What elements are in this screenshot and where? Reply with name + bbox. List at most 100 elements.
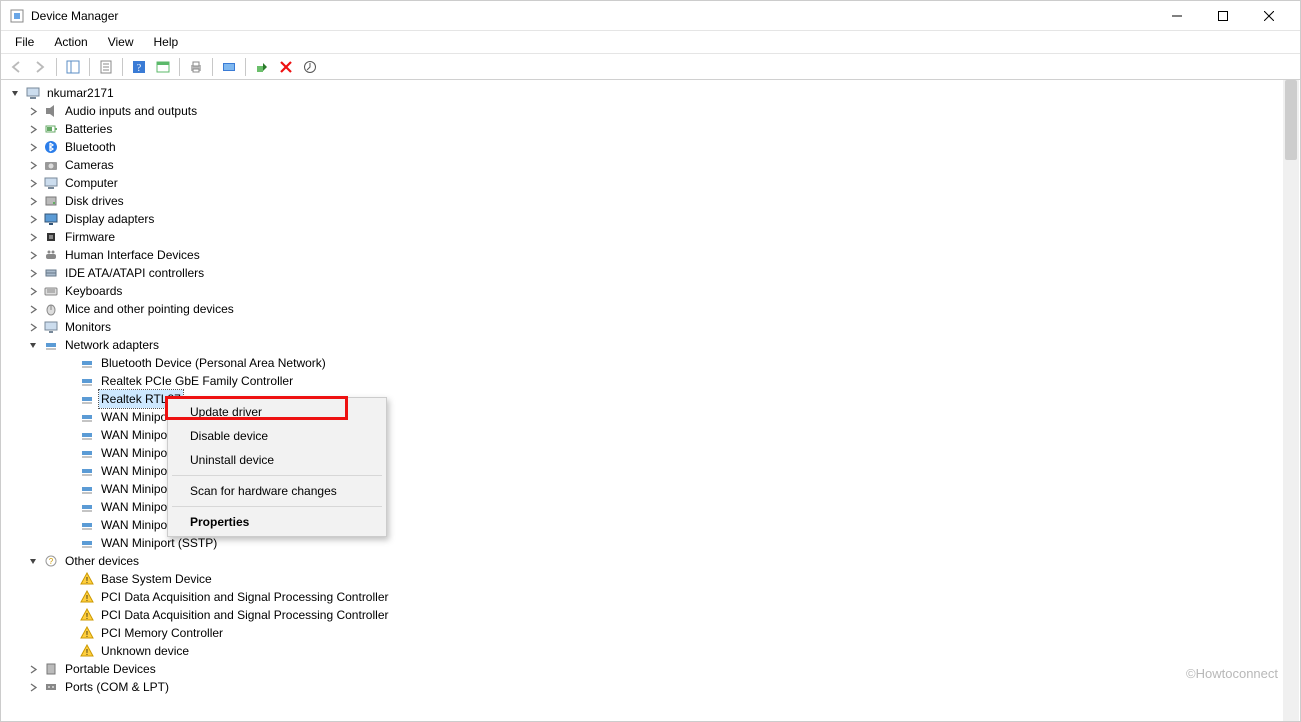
- action-button[interactable]: [152, 56, 174, 78]
- chevron-right-icon[interactable]: [27, 303, 39, 315]
- chevron-right-icon[interactable]: [27, 123, 39, 135]
- chevron-right-icon[interactable]: [27, 267, 39, 279]
- chevron-right-icon[interactable]: [27, 231, 39, 243]
- computer-icon: [25, 85, 41, 101]
- properties-button[interactable]: [95, 56, 117, 78]
- svg-text:?: ?: [137, 63, 142, 74]
- tree-node-label: Firmware: [63, 228, 117, 246]
- tree-node[interactable]: Disk drives: [9, 192, 1292, 210]
- device-category-icon: [43, 283, 59, 299]
- context-update-driver[interactable]: Update driver: [170, 400, 384, 424]
- tree-leaf[interactable]: !Unknown device: [9, 642, 1292, 660]
- tree-leaf[interactable]: !PCI Data Acquisition and Signal Process…: [9, 588, 1292, 606]
- tree-leaf[interactable]: !PCI Memory Controller: [9, 624, 1292, 642]
- chevron-down-icon[interactable]: [27, 339, 39, 351]
- tree-node[interactable]: Display adapters: [9, 210, 1292, 228]
- tree-node-label: Computer: [63, 174, 120, 192]
- menu-file[interactable]: File: [5, 33, 44, 51]
- svg-text:!: !: [86, 612, 88, 621]
- menu-action[interactable]: Action: [44, 33, 97, 51]
- client-area: nkumar2171 Audio inputs and outputsBatte…: [1, 80, 1300, 721]
- tree-node[interactable]: Computer: [9, 174, 1292, 192]
- tree-node-other-devices[interactable]: ? Other devices: [9, 552, 1292, 570]
- context-uninstall-device[interactable]: Uninstall device: [170, 448, 384, 472]
- tree-node-network-adapters[interactable]: Network adapters: [9, 336, 1292, 354]
- network-adapter-icon: [79, 445, 95, 461]
- tree-node[interactable]: Mice and other pointing devices: [9, 300, 1292, 318]
- tree-root[interactable]: nkumar2171: [9, 84, 1292, 102]
- tree-node-label: Monitors: [63, 318, 113, 336]
- device-category-icon: [43, 265, 59, 281]
- tree-node-label: Portable Devices: [63, 660, 158, 678]
- chevron-right-icon[interactable]: [27, 285, 39, 297]
- chevron-down-icon[interactable]: [9, 87, 21, 99]
- network-adapter-icon: [79, 535, 95, 551]
- menu-view[interactable]: View: [98, 33, 144, 51]
- chevron-down-icon[interactable]: [27, 555, 39, 567]
- warning-device-icon: !: [79, 589, 95, 605]
- context-menu: Update driver Disable device Uninstall d…: [167, 397, 387, 537]
- toolbar: ?: [1, 54, 1300, 80]
- tree-node-label: Display adapters: [63, 210, 156, 228]
- menu-help[interactable]: Help: [144, 33, 189, 51]
- chevron-right-icon[interactable]: [27, 321, 39, 333]
- menubar: File Action View Help: [1, 31, 1300, 54]
- tree-node[interactable]: Batteries: [9, 120, 1292, 138]
- chevron-right-icon[interactable]: [27, 105, 39, 117]
- tree-node[interactable]: IDE ATA/ATAPI controllers: [9, 264, 1292, 282]
- chevron-right-icon[interactable]: [27, 213, 39, 225]
- tree-node[interactable]: Ports (COM & LPT): [9, 678, 1292, 696]
- scan-button[interactable]: [218, 56, 240, 78]
- chevron-right-icon[interactable]: [27, 663, 39, 675]
- network-adapter-icon: [79, 463, 95, 479]
- tree-leaf-label: WAN Minipo: [99, 480, 169, 498]
- tree-leaf[interactable]: Bluetooth Device (Personal Area Network): [9, 354, 1292, 372]
- context-disable-device[interactable]: Disable device: [170, 424, 384, 448]
- help-button[interactable]: ?: [128, 56, 150, 78]
- tree-node[interactable]: Audio inputs and outputs: [9, 102, 1292, 120]
- svg-text:!: !: [86, 576, 88, 585]
- minimize-button[interactable]: [1154, 1, 1200, 31]
- tree-node-label: Batteries: [63, 120, 114, 138]
- device-category-icon: [43, 319, 59, 335]
- tree-leaf[interactable]: Realtek PCIe GbE Family Controller: [9, 372, 1292, 390]
- chevron-right-icon[interactable]: [27, 195, 39, 207]
- tree-leaf[interactable]: !PCI Data Acquisition and Signal Process…: [9, 606, 1292, 624]
- tree-node[interactable]: Firmware: [9, 228, 1292, 246]
- chevron-right-icon[interactable]: [27, 141, 39, 153]
- chevron-right-icon[interactable]: [27, 159, 39, 171]
- maximize-button[interactable]: [1200, 1, 1246, 31]
- other-devices-icon: ?: [43, 553, 59, 569]
- tree-leaf[interactable]: !Base System Device: [9, 570, 1292, 588]
- tree-node[interactable]: Monitors: [9, 318, 1292, 336]
- print-button[interactable]: [185, 56, 207, 78]
- tree-node[interactable]: Portable Devices: [9, 660, 1292, 678]
- context-scan-hardware[interactable]: Scan for hardware changes: [170, 479, 384, 503]
- back-button[interactable]: [5, 56, 27, 78]
- device-category-icon: [43, 301, 59, 317]
- device-category-icon: [43, 139, 59, 155]
- chevron-right-icon[interactable]: [27, 681, 39, 693]
- svg-text:!: !: [86, 630, 88, 639]
- forward-button[interactable]: [29, 56, 51, 78]
- tree-root-label: nkumar2171: [45, 84, 116, 102]
- enable-button[interactable]: [251, 56, 273, 78]
- tree-node[interactable]: Cameras: [9, 156, 1292, 174]
- tree-node[interactable]: Bluetooth: [9, 138, 1292, 156]
- show-hide-tree-button[interactable]: [62, 56, 84, 78]
- context-menu-separator: [172, 506, 382, 507]
- tree-leaf-label: WAN Minipo: [99, 462, 169, 480]
- context-properties[interactable]: Properties: [170, 510, 384, 534]
- device-category-icon: [43, 229, 59, 245]
- tree-node[interactable]: Human Interface Devices: [9, 246, 1292, 264]
- chevron-right-icon[interactable]: [27, 177, 39, 189]
- chevron-right-icon[interactable]: [27, 249, 39, 261]
- network-adapter-icon: [79, 499, 95, 515]
- tree-node[interactable]: Keyboards: [9, 282, 1292, 300]
- network-adapter-icon: [79, 373, 95, 389]
- close-button[interactable]: [1246, 1, 1292, 31]
- network-adapter-icon: [79, 409, 95, 425]
- uninstall-button[interactable]: [275, 56, 297, 78]
- update-driver-button[interactable]: [299, 56, 321, 78]
- vertical-scrollbar[interactable]: [1283, 80, 1299, 721]
